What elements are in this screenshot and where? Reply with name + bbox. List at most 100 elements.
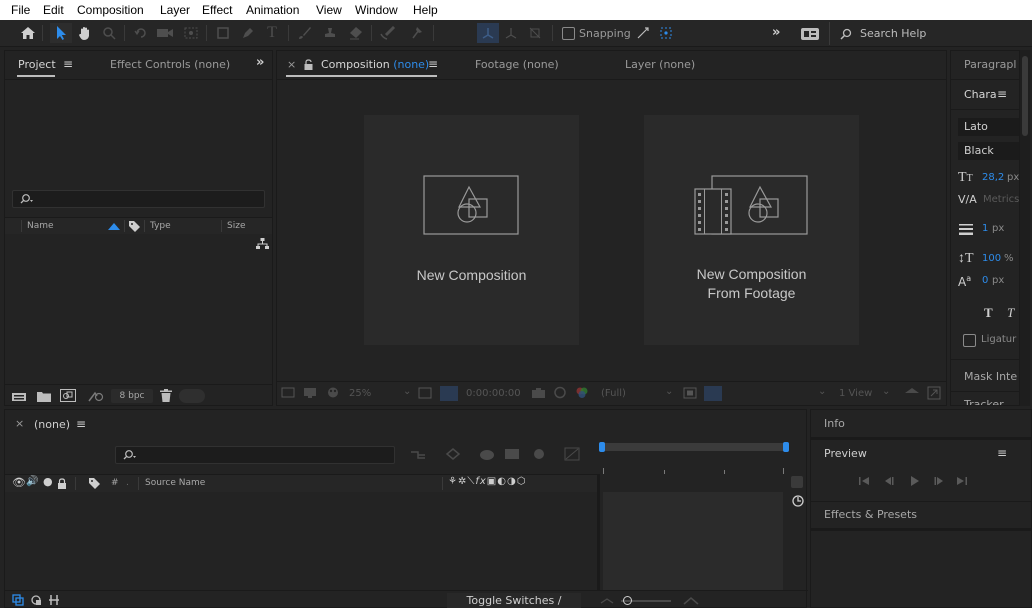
- preview-panel-title[interactable]: Preview: [824, 447, 867, 460]
- zoom-in-icon[interactable]: [683, 595, 699, 605]
- font-family-select[interactable]: Lato: [958, 118, 1019, 136]
- fit-icon[interactable]: [418, 387, 432, 399]
- project-search-input[interactable]: [12, 190, 265, 208]
- menu-layer[interactable]: Layer: [160, 3, 190, 17]
- preview-menu-icon[interactable]: ≡: [997, 446, 1007, 460]
- pan-behind-tool-icon[interactable]: [180, 23, 202, 43]
- workspace-switcher-icon[interactable]: [801, 28, 819, 40]
- lock-icon[interactable]: [304, 59, 313, 70]
- reset-exposure-icon[interactable]: [904, 387, 920, 399]
- region-of-interest-icon[interactable]: [683, 387, 697, 399]
- tab-composition[interactable]: Composition (none): [321, 58, 429, 71]
- search-help-field[interactable]: Search Help: [829, 22, 1032, 45]
- local-axis-icon[interactable]: [477, 23, 499, 43]
- solo-icon[interactable]: ●: [43, 475, 53, 488]
- close-timeline-icon[interactable]: ×: [15, 417, 24, 430]
- column-type[interactable]: Type: [150, 221, 171, 231]
- rectangle-tool-icon[interactable]: [212, 23, 234, 43]
- timecode-display[interactable]: 0:00:00:00: [466, 388, 521, 399]
- zoom-out-icon[interactable]: [600, 596, 614, 604]
- panel-overflow-icon[interactable]: »: [256, 55, 264, 70]
- motion-blur-icon[interactable]: [530, 447, 546, 461]
- snapping-checkbox[interactable]: [562, 27, 575, 40]
- faux-bold-icon[interactable]: T: [984, 305, 993, 321]
- tab-layer[interactable]: Layer (none): [625, 58, 695, 71]
- play-icon[interactable]: [907, 475, 921, 487]
- flowchart-icon[interactable]: [256, 238, 269, 250]
- menu-help[interactable]: Help: [413, 3, 438, 17]
- fast-previews-icon[interactable]: [927, 386, 941, 400]
- workspace-expand-icon[interactable]: »: [772, 25, 780, 40]
- transparency-grid-icon[interactable]: [704, 386, 722, 401]
- graph-editor-icon[interactable]: [564, 447, 580, 461]
- clone-stamp-tool-icon[interactable]: [319, 23, 341, 43]
- column-number[interactable]: #: [111, 478, 119, 488]
- tab-paragraph[interactable]: Paragrapl: [964, 58, 1016, 71]
- bit-depth-button[interactable]: 8 bpc: [111, 389, 153, 403]
- brush-tool-icon[interactable]: [294, 23, 316, 43]
- new-folder-icon[interactable]: [37, 390, 51, 402]
- first-frame-icon[interactable]: [857, 475, 871, 487]
- monitor-icon[interactable]: [303, 387, 317, 399]
- menu-edit[interactable]: Edit: [43, 3, 64, 17]
- home-icon[interactable]: [17, 23, 39, 43]
- previous-frame-icon[interactable]: [882, 475, 896, 487]
- rotate-tool-icon[interactable]: [130, 23, 152, 43]
- tab-project[interactable]: Project: [18, 58, 56, 71]
- composition-menu-icon[interactable]: ≡: [428, 57, 438, 71]
- project-settings-icon[interactable]: [87, 389, 105, 402]
- last-frame-icon[interactable]: [955, 475, 969, 487]
- faux-italic-icon[interactable]: T: [1007, 305, 1014, 321]
- views-select[interactable]: 1 View: [839, 388, 872, 399]
- zoom-select[interactable]: 25%: [349, 388, 371, 399]
- menu-view[interactable]: View: [316, 3, 342, 17]
- character-scrollbar-thumb[interactable]: [1022, 56, 1028, 136]
- switches-column-icons[interactable]: ⚘✲⟍fx▣◐◑⬡: [448, 476, 526, 487]
- column-source-name[interactable]: Source Name: [145, 478, 205, 488]
- channel-icon[interactable]: [575, 386, 589, 399]
- puppet-tool-icon[interactable]: [405, 23, 427, 43]
- interpret-footage-icon[interactable]: [11, 390, 27, 402]
- eraser-tool-icon[interactable]: [344, 23, 366, 43]
- font-size-value[interactable]: 28,2: [982, 172, 1004, 183]
- close-tab-icon[interactable]: ×: [287, 58, 296, 71]
- baseline-shift-value[interactable]: 0: [982, 275, 988, 286]
- kerning-value[interactable]: Metrics: [983, 194, 1019, 205]
- shy-layers-icon[interactable]: [478, 447, 496, 461]
- zoom-slider-thumb[interactable]: [623, 596, 632, 605]
- character-scrollbar[interactable]: [1020, 50, 1030, 406]
- font-style-select[interactable]: Black: [958, 142, 1019, 160]
- type-tool-icon[interactable]: T: [261, 23, 283, 43]
- label-column-icon[interactable]: [88, 477, 101, 489]
- work-area-bar[interactable]: [601, 443, 787, 451]
- new-composition-icon[interactable]: [60, 389, 76, 402]
- work-area-end-handle[interactable]: [783, 442, 789, 452]
- view-axis-icon[interactable]: [524, 23, 546, 43]
- world-axis-icon[interactable]: [500, 23, 522, 43]
- snap-edges-icon[interactable]: [632, 23, 654, 43]
- frame-blending-icon[interactable]: [503, 447, 521, 461]
- always-preview-icon[interactable]: [281, 387, 295, 399]
- trash-icon[interactable]: [160, 389, 172, 402]
- menu-composition[interactable]: Composition: [77, 3, 144, 17]
- timeline-track-area[interactable]: [603, 492, 783, 590]
- project-menu-icon[interactable]: ≡: [63, 57, 73, 71]
- work-area-start-handle[interactable]: [599, 442, 605, 452]
- roto-brush-tool-icon[interactable]: [377, 23, 399, 43]
- video-visibility-icon[interactable]: 👁: [12, 476, 26, 489]
- resolution-select[interactable]: (Full): [601, 388, 626, 399]
- mask-visibility-icon[interactable]: [325, 386, 341, 399]
- camera-tool-icon[interactable]: [154, 23, 176, 43]
- tab-effect-controls[interactable]: Effect Controls (none): [110, 58, 230, 71]
- comp-marker-bin-icon[interactable]: [791, 476, 803, 488]
- resolution-dropdown-icon[interactable]: ⌄: [665, 386, 673, 397]
- draft-3d-icon[interactable]: [444, 446, 462, 462]
- snapshot-icon[interactable]: [531, 387, 546, 399]
- tab-character[interactable]: Chara: [964, 88, 997, 101]
- pen-tool-icon[interactable]: [237, 23, 259, 43]
- views-dropdown-icon[interactable]: ⌄: [882, 386, 890, 397]
- sort-ascending-icon[interactable]: [108, 223, 120, 230]
- timeline-search-input[interactable]: [115, 446, 395, 464]
- effects-presets-panel[interactable]: Effects & Presets: [824, 508, 917, 521]
- vertical-scale-value[interactable]: 100: [982, 253, 1001, 264]
